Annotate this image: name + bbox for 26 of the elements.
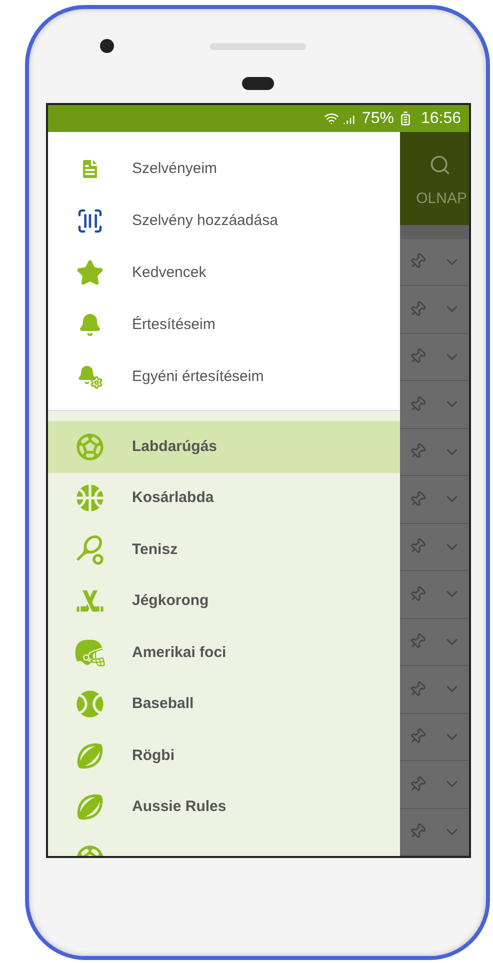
sport-item[interactable]: Aussie Rules	[48, 782, 400, 833]
menu-item[interactable]: Kedvencek	[48, 247, 400, 299]
sport-item[interactable]: Rögbi	[48, 730, 400, 782]
sport-item[interactable]: Baseball	[48, 678, 400, 730]
camera-icon	[100, 39, 114, 53]
sport-item[interactable]: Kosárlabda	[48, 472, 400, 524]
earpiece	[242, 77, 274, 90]
tennis-racket-icon	[74, 534, 106, 566]
sport-item[interactable]: Amerikai foci	[48, 627, 400, 678]
baseball-icon	[74, 688, 106, 720]
sport-item[interactable]: Jégkorong	[48, 576, 400, 627]
wifi-icon	[324, 111, 339, 126]
battery-percent: 75%	[362, 108, 394, 128]
menu-item[interactable]: Értesítéseim	[48, 299, 400, 351]
football-helmet-icon	[74, 636, 106, 669]
barcode-icon	[76, 207, 104, 235]
clock: 16:56	[420, 108, 461, 128]
bell-gear-icon	[77, 365, 103, 389]
star-icon	[76, 259, 104, 287]
search-icon[interactable]	[429, 154, 451, 176]
bell-icon	[78, 313, 102, 337]
menu-item[interactable]: Szelvényeim	[48, 143, 400, 195]
sport-item[interactable]: Labdarúgás	[48, 421, 400, 472]
menu-item[interactable]: Szelvény hozzáadása	[48, 195, 400, 247]
menu-item[interactable]: Egyéni értesítéseim	[48, 351, 400, 403]
sport-item[interactable]: Tenisz	[48, 524, 400, 576]
